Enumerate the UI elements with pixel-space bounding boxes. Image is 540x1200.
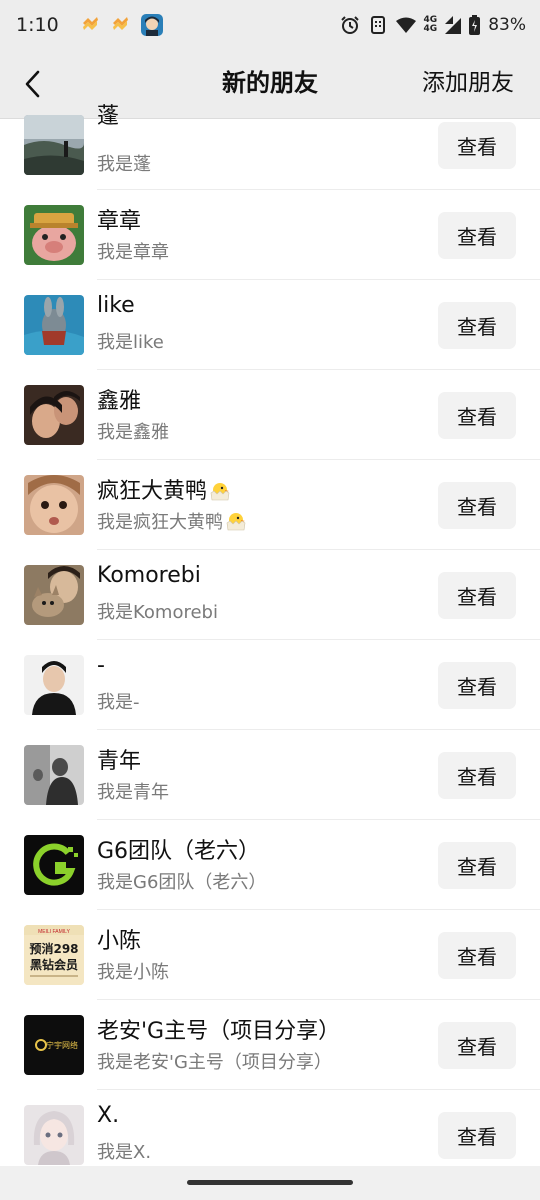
status-bar: 1:10 4G 4G 83% — [0, 0, 540, 50]
back-arrow-icon — [25, 70, 40, 98]
friend-name: 青年 — [97, 749, 142, 774]
promo-line-2: 黑钻会员 — [30, 957, 78, 972]
view-button[interactable]: 查看 — [438, 932, 516, 979]
app-notification-icon — [111, 16, 129, 34]
view-button[interactable]: 查看 — [438, 122, 516, 169]
friend-message: 我是疯狂大黄鸭 — [97, 508, 247, 534]
friend-row[interactable]: Komorebi 我是Komorebi 查看 — [0, 550, 540, 640]
friend-row[interactable]: like 我是like 查看 — [0, 280, 540, 370]
avatar[interactable] — [24, 1105, 84, 1165]
view-button[interactable]: 查看 — [438, 572, 516, 619]
friend-message: 我是章章 — [97, 242, 169, 263]
friend-message: 我是青年 — [97, 782, 169, 803]
vibrate-icon — [368, 15, 388, 35]
view-button[interactable]: 查看 — [438, 392, 516, 439]
brand-text: 宁宇网络 — [46, 1040, 78, 1050]
friend-name: - — [97, 653, 105, 678]
avatar[interactable] — [24, 475, 84, 535]
friend-request-list[interactable]: 蓬 我是蓬 查看 章章 我是章章 查看 like 我是like 查看 鑫雅 我是… — [0, 100, 540, 1166]
friend-message: 我是like — [97, 332, 164, 353]
friend-name: 小陈 — [97, 929, 142, 954]
avatar[interactable]: MEILI FAMILY 预消298 黑钻会员 — [24, 925, 84, 985]
app-notification-icon — [81, 16, 99, 34]
friend-name: X. — [97, 1103, 120, 1128]
avatar[interactable] — [24, 205, 84, 265]
status-time: 1:10 — [16, 14, 59, 36]
battery-icon — [469, 15, 481, 35]
avatar[interactable] — [24, 385, 84, 445]
avatar[interactable] — [24, 835, 84, 895]
friend-message: 我是小陈 — [97, 962, 169, 983]
system-nav-bar — [0, 1166, 540, 1200]
avatar[interactable] — [24, 295, 84, 355]
friend-row[interactable]: 疯狂大黄鸭 我是疯狂大黄鸭 查看 — [0, 460, 540, 550]
view-button[interactable]: 查看 — [438, 1112, 516, 1159]
promo-line-1: 预消298 — [29, 941, 78, 956]
avatar[interactable] — [24, 115, 84, 175]
friend-row[interactable]: - 我是- 查看 — [0, 640, 540, 730]
view-button[interactable]: 查看 — [438, 752, 516, 799]
friend-message: 我是蓬 — [97, 154, 151, 175]
avatar[interactable] — [24, 745, 84, 805]
friend-row[interactable]: MEILI FAMILY 预消298 黑钻会员 小陈 我是小陈 查看 — [0, 910, 540, 1000]
view-button[interactable]: 查看 — [438, 1022, 516, 1069]
friend-message: 我是老安'G主号（项目分享） — [97, 1052, 332, 1073]
hatching-chick-emoji-icon — [226, 513, 246, 531]
network-type: 4G 4G — [423, 15, 438, 34]
friend-row[interactable]: 章章 我是章章 查看 — [0, 190, 540, 280]
signal-icon — [445, 16, 462, 34]
view-button[interactable]: 查看 — [438, 302, 516, 349]
friend-name: 鑫雅 — [97, 389, 142, 414]
hatching-chick-emoji-icon — [210, 483, 230, 501]
friend-message: 我是鑫雅 — [97, 422, 169, 443]
wifi-icon — [395, 17, 416, 33]
status-right: 4G 4G 83% — [340, 0, 526, 50]
back-button[interactable] — [14, 64, 50, 104]
app-avatar-icon — [140, 14, 163, 36]
promo-top-text: MEILI FAMILY — [38, 929, 71, 935]
friend-name: 章章 — [97, 209, 142, 234]
alarm-icon — [340, 15, 360, 35]
view-button[interactable]: 查看 — [438, 662, 516, 709]
friend-row[interactable]: X. 我是X. 查看 — [0, 1090, 540, 1166]
view-button[interactable]: 查看 — [438, 842, 516, 889]
friend-name: 疯狂大黄鸭 — [97, 473, 231, 505]
friend-name: Komorebi — [97, 563, 201, 588]
avatar[interactable]: 宁宇网络 — [24, 1015, 84, 1075]
home-indicator[interactable] — [187, 1180, 353, 1185]
friend-row[interactable]: 宁宇网络 老安'G主号（项目分享） 我是老安'G主号（项目分享） 查看 — [0, 1000, 540, 1090]
friend-name: G6团队（老六） — [97, 839, 261, 864]
friend-name: like — [97, 293, 135, 318]
friend-row[interactable]: G6团队（老六） 我是G6团队（老六） 查看 — [0, 820, 540, 910]
view-button[interactable]: 查看 — [438, 482, 516, 529]
avatar[interactable] — [24, 655, 84, 715]
battery-percent: 83% — [488, 15, 526, 35]
avatar[interactable] — [24, 565, 84, 625]
friend-name: 老安'G主号（项目分享） — [97, 1019, 341, 1044]
friend-message: 我是G6团队（老六） — [97, 872, 267, 893]
friend-row[interactable]: 青年 我是青年 查看 — [0, 730, 540, 820]
friend-message: 我是X. — [97, 1142, 152, 1163]
friend-row[interactable]: 鑫雅 我是鑫雅 查看 — [0, 370, 540, 460]
friend-row[interactable]: 蓬 我是蓬 查看 — [0, 100, 540, 190]
friend-message: 我是Komorebi — [97, 602, 218, 623]
friend-message: 我是- — [97, 692, 140, 713]
view-button[interactable]: 查看 — [438, 212, 516, 259]
friend-name: 蓬 — [97, 104, 120, 129]
